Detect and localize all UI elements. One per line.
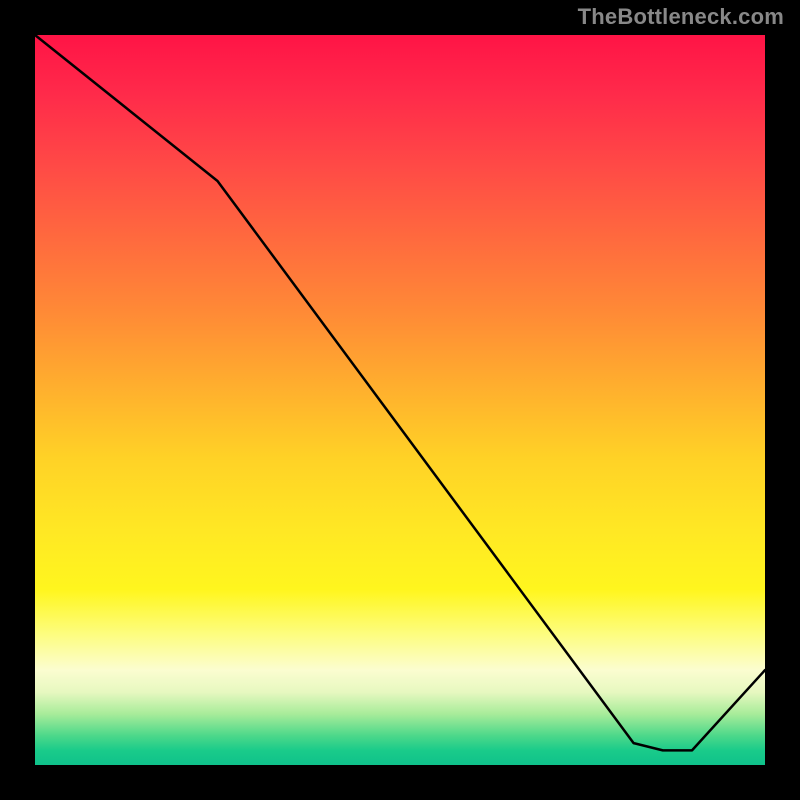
watermark-text: TheBottleneck.com [578,4,784,30]
plot-area [35,35,765,765]
chart-frame: TheBottleneck.com [0,0,800,800]
line-chart-svg [35,35,765,765]
bottleneck-curve-path [35,35,765,750]
